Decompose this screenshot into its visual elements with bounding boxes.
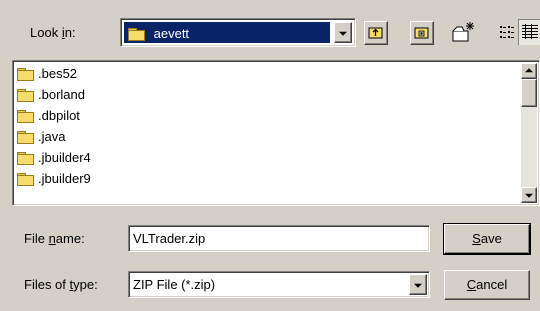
cancel-button-label: Cancel	[445, 271, 529, 299]
file-name: .jbuilder9	[38, 170, 91, 186]
file-name-field[interactable]: VLTrader.zip	[128, 225, 430, 252]
file-name: .dbpilot	[38, 107, 80, 123]
list-item[interactable]: .jbuilder9	[17, 168, 91, 188]
chevron-down-icon	[414, 283, 422, 288]
list-item[interactable]: .bes52	[17, 63, 77, 83]
file-type-label-post: ype:	[73, 277, 98, 292]
look-in-label-post: n:	[64, 25, 76, 40]
file-name-label-key: n	[48, 231, 56, 246]
folder-icon	[17, 130, 34, 144]
file-type-value-wrap: ZIP File (*.zip)	[133, 272, 215, 297]
look-in-label-pre: Look	[30, 25, 62, 40]
file-name-label: File name:	[24, 231, 85, 246]
file-name: .jbuilder4	[38, 149, 91, 165]
save-key: S	[472, 231, 481, 246]
folder-icon	[17, 67, 34, 81]
look-in-combo[interactable]: aevett	[120, 18, 356, 47]
list-item[interactable]: .jbuilder4	[17, 147, 91, 167]
home-folder-icon	[414, 27, 429, 39]
up-one-level-button[interactable]	[364, 21, 388, 45]
new-folder-button[interactable]	[450, 19, 478, 47]
look-in-dropdown-button[interactable]	[334, 22, 352, 43]
folder-icon	[17, 151, 34, 165]
file-type-dropdown-button[interactable]	[409, 274, 427, 295]
file-name: .bes52	[38, 65, 78, 81]
file-type-combo[interactable]: ZIP File (*.zip)	[128, 271, 430, 298]
save-button-label: Save	[445, 225, 529, 253]
file-name-value: VLTrader.zip	[133, 231, 206, 246]
details-view-icon	[522, 24, 538, 39]
new-folder-icon	[452, 22, 474, 42]
folder-icon	[17, 109, 34, 123]
folder-icon	[17, 88, 34, 102]
up-folder-icon	[368, 27, 383, 39]
scroll-up-button[interactable]	[521, 63, 537, 79]
list-item[interactable]: .dbpilot	[17, 105, 80, 125]
chevron-down-icon	[525, 193, 533, 198]
save-rest: ave	[480, 231, 502, 246]
file-type-label-pre: Files of	[24, 277, 70, 292]
look-in-value: aevett	[153, 26, 190, 42]
scroll-thumb[interactable]	[521, 79, 537, 107]
save-button[interactable]: Save	[444, 224, 530, 254]
look-in-label: Look in:	[30, 25, 76, 40]
chevron-down-icon	[339, 31, 347, 36]
file-name-label-post: ame:	[55, 231, 85, 246]
file-type-label: Files of type:	[24, 277, 98, 292]
folder-icon	[128, 27, 145, 41]
list-view-icon	[500, 26, 514, 38]
look-in-selected: aevett	[124, 22, 330, 43]
scroll-down-button[interactable]	[521, 187, 537, 203]
chevron-up-icon	[525, 68, 533, 73]
list-item[interactable]: .java	[17, 126, 65, 146]
cancel-button[interactable]: Cancel	[444, 270, 530, 300]
vertical-scrollbar[interactable]	[521, 63, 537, 203]
details-view-button[interactable]	[518, 19, 540, 45]
cancel-rest: ancel	[476, 277, 508, 292]
file-list[interactable]: .bes52 .borland .dbpilot .java .jbuilder…	[12, 60, 540, 206]
file-name-label-pre: File	[24, 231, 49, 246]
cancel-key: C	[466, 277, 477, 292]
folder-icon	[17, 172, 34, 186]
file-name: .java	[38, 128, 66, 144]
file-type-value: ZIP File (*.zip)	[133, 277, 216, 292]
file-name: .borland	[38, 86, 85, 102]
list-view-button[interactable]	[496, 21, 517, 43]
home-button[interactable]	[410, 21, 434, 45]
list-item[interactable]: .borland	[17, 84, 85, 104]
